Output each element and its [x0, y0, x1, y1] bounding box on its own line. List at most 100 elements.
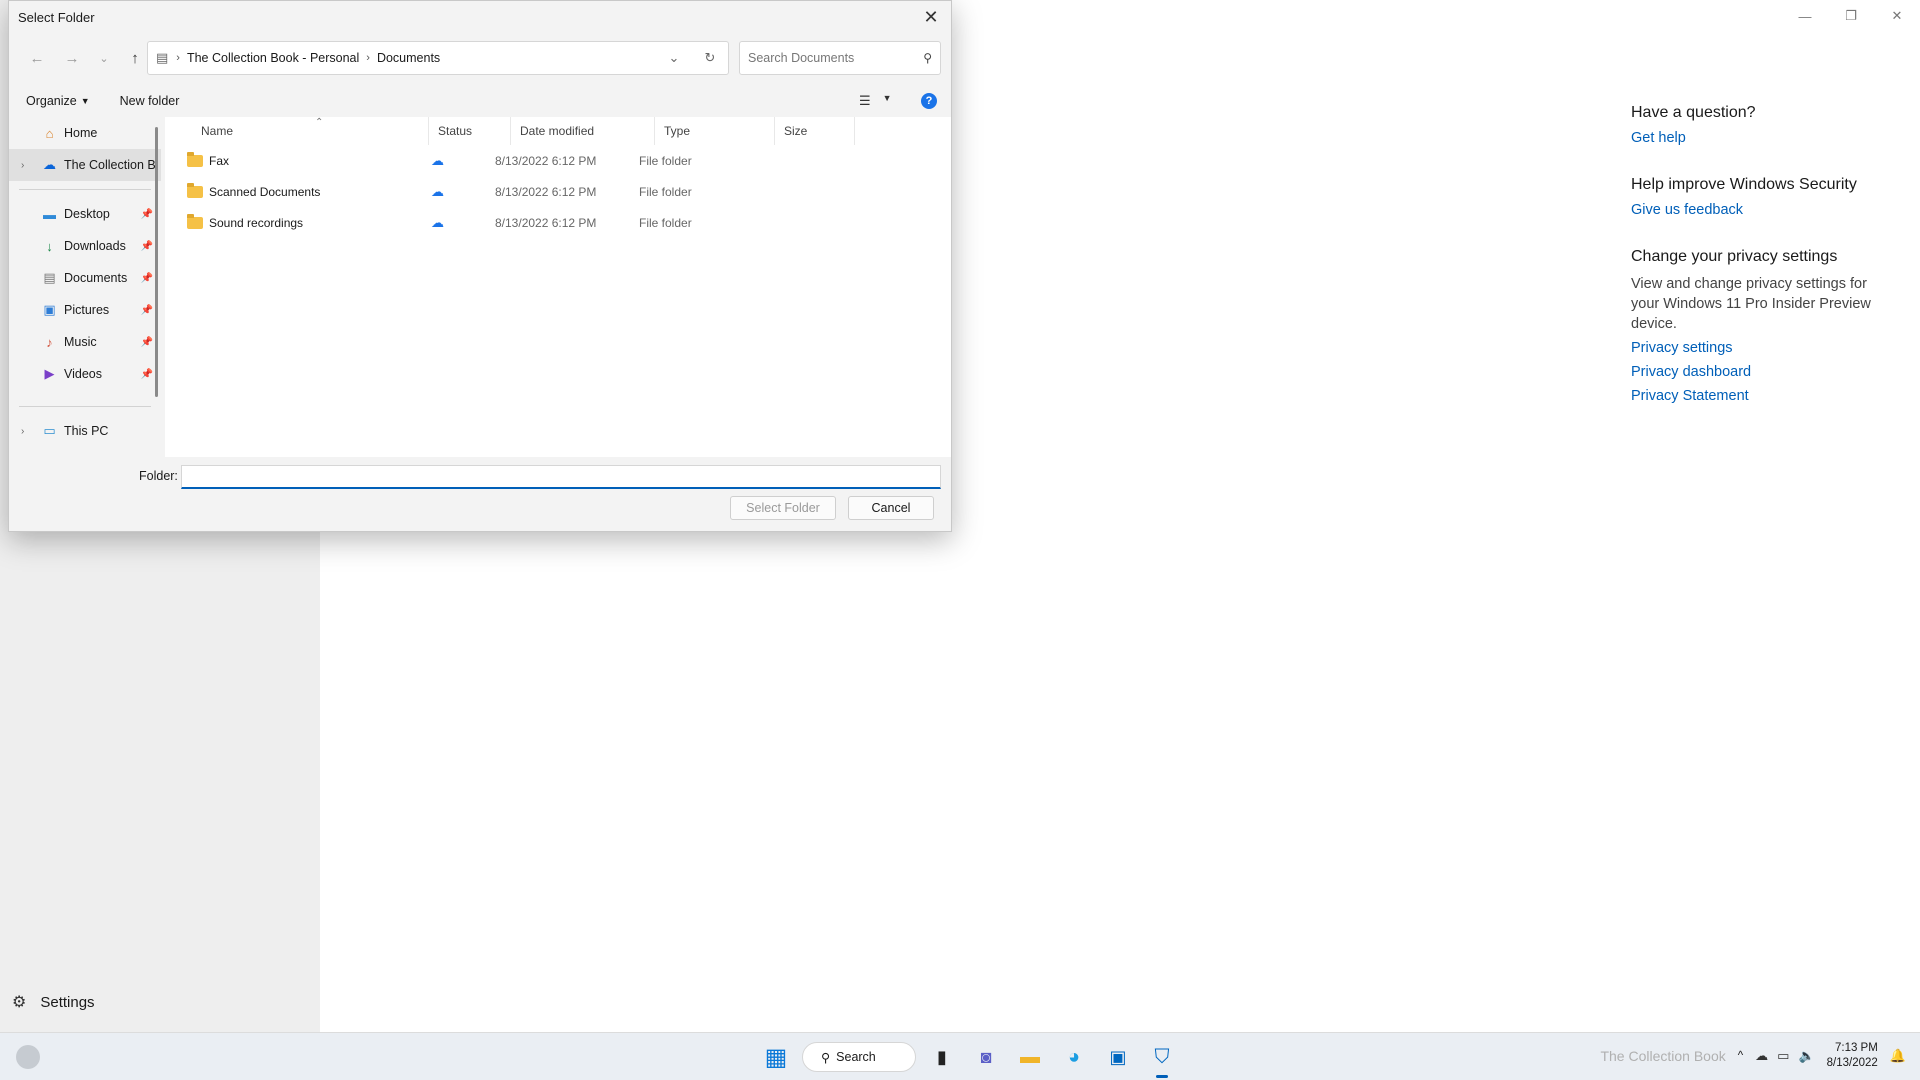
privacy-description: View and change privacy settings for you…	[1631, 276, 1871, 332]
pin-icon: 📌	[140, 368, 153, 380]
settings-nav-item[interactable]: ⚙ Settings	[12, 992, 95, 1012]
nav-label: Documents	[64, 271, 128, 285]
file-name-cell: Scanned Documents	[165, 182, 405, 199]
back-arrow-icon[interactable]: ←	[20, 41, 54, 75]
navigation-pane: ⌂ Home › ☁ The Collection B ▬ Desktop 📌 …	[9, 117, 161, 461]
refresh-icon[interactable]: ↻	[692, 50, 728, 66]
close-icon[interactable]: ✕	[1874, 0, 1920, 32]
file-name-cell: Sound recordings	[165, 213, 405, 230]
select-folder-button[interactable]: Select Folder	[730, 496, 836, 520]
file-row[interactable]: Sound recordings ☁ 8/13/2022 6:12 PM Fil…	[165, 207, 951, 238]
organize-button[interactable]: Organize ▼	[26, 94, 90, 108]
recent-chevron-icon[interactable]: ⌄	[90, 41, 118, 75]
column-type[interactable]: Type	[655, 117, 775, 145]
clock-date: 8/13/2022	[1826, 1057, 1878, 1069]
picture-icon: ▣	[43, 302, 56, 317]
nav-item-home[interactable]: ⌂ Home	[9, 117, 161, 149]
column-status[interactable]: Status	[429, 117, 511, 145]
privacy-statement-link[interactable]: Privacy Statement	[1631, 388, 1871, 404]
search-box[interactable]: ⚲	[739, 41, 941, 75]
breadcrumb-documents[interactable]: Documents	[377, 51, 440, 65]
file-date: 8/13/2022 6:12 PM	[495, 215, 597, 230]
nav-item-thispc[interactable]: › ▭ This PC	[9, 415, 161, 447]
display-icon[interactable]: ▭	[1777, 1048, 1789, 1064]
file-name: Fax	[209, 153, 230, 168]
chevron-down-icon: ▼	[80, 96, 90, 106]
tray-watermark: The Collection Book	[1600, 1048, 1726, 1064]
address-dropdown-icon[interactable]: ⌄	[656, 50, 692, 66]
nav-item-downloads[interactable]: ↓ Downloads 📌	[9, 230, 161, 262]
edge-browser-icon[interactable]: ◕	[1056, 1039, 1092, 1075]
view-options[interactable]: ☰ ▼	[859, 93, 892, 109]
cloud-status-icon: ☁	[431, 183, 444, 199]
organize-label: Organize	[26, 94, 77, 108]
widgets-icon[interactable]	[16, 1045, 40, 1069]
taskbar: ▦ ⚲ Search ▮ ◙ ▬ ◕ ▣ ⛉ The Collection Bo…	[0, 1032, 1920, 1080]
music-icon: ♪	[46, 334, 53, 350]
folder-icon	[187, 182, 203, 198]
volume-icon[interactable]: 🔈	[1798, 1048, 1814, 1064]
column-headers: Name Status Date modified Type Size ⌃	[165, 117, 951, 145]
nav-item-desktop[interactable]: ▬ Desktop 📌	[9, 198, 161, 230]
nav-item-onedrive[interactable]: › ☁ The Collection B	[9, 149, 161, 181]
chevron-up-icon[interactable]: ^	[1738, 1050, 1743, 1062]
feedback-link[interactable]: Give us feedback	[1631, 202, 1871, 218]
windows-security-icon[interactable]: ⛉	[1144, 1039, 1180, 1078]
window-controls: — ❐ ✕	[1782, 0, 1920, 32]
windows-start-icon[interactable]: ▦	[758, 1039, 794, 1075]
file-row[interactable]: Scanned Documents ☁ 8/13/2022 6:12 PM Fi…	[165, 176, 951, 207]
column-name[interactable]: Name	[165, 117, 429, 145]
task-view-icon[interactable]: ▮	[924, 1039, 960, 1075]
pin-icon: 📌	[140, 272, 153, 284]
taskbar-search[interactable]: ⚲ Search	[802, 1042, 916, 1072]
nav-item-pictures[interactable]: ▣ Pictures 📌	[9, 294, 161, 326]
question-section: Have a question? Get help	[1631, 104, 1871, 146]
nav-item-documents[interactable]: ▤ Documents 📌	[9, 262, 161, 294]
folder-field[interactable]	[181, 465, 941, 489]
file-row[interactable]: Fax ☁ 8/13/2022 6:12 PM File folder	[165, 145, 951, 176]
get-help-link[interactable]: Get help	[1631, 130, 1871, 146]
nav-label: Music	[64, 335, 97, 349]
column-date[interactable]: Date modified	[511, 117, 655, 145]
cancel-button[interactable]: Cancel	[848, 496, 934, 520]
nav-label: Downloads	[64, 239, 126, 253]
file-date: 8/13/2022 6:12 PM	[495, 184, 597, 199]
breadcrumb-onedrive[interactable]: The Collection Book - Personal	[187, 51, 359, 65]
chevron-right-icon[interactable]: ›	[21, 426, 24, 437]
nav-divider	[19, 406, 151, 407]
computer-icon: ▭	[43, 423, 56, 438]
nav-label: This PC	[64, 424, 109, 438]
dialog-titlebar: Select Folder ✕	[9, 1, 951, 33]
search-input[interactable]	[748, 51, 924, 65]
dialog-title: Select Folder	[18, 9, 95, 25]
new-folder-button[interactable]: New folder	[120, 94, 180, 108]
notification-bell-icon[interactable]: 🔔	[1890, 1048, 1906, 1064]
address-bar[interactable]: ▤ › The Collection Book - Personal › Doc…	[147, 41, 729, 75]
clock[interactable]: 7:13 PM 8/13/2022	[1827, 1041, 1878, 1071]
cloud-icon: ☁	[43, 157, 56, 172]
privacy-settings-link[interactable]: Privacy settings	[1631, 340, 1871, 356]
nav-divider	[19, 189, 151, 190]
nav-scrollbar[interactable]	[155, 127, 158, 397]
system-tray: The Collection Book ^ ☁ ▭ 🔈 7:13 PM 8/13…	[1600, 1041, 1906, 1071]
column-size[interactable]: Size	[775, 117, 855, 145]
search-icon: ⚲	[923, 51, 932, 65]
chevron-right-icon[interactable]: ›	[21, 160, 24, 171]
store-icon[interactable]: ▣	[1100, 1039, 1136, 1075]
file-type: File folder	[639, 215, 692, 230]
onedrive-cloud-icon[interactable]: ☁	[1755, 1048, 1768, 1064]
chat-icon[interactable]: ◙	[968, 1039, 1004, 1075]
privacy-dashboard-link[interactable]: Privacy dashboard	[1631, 364, 1871, 380]
nav-item-videos[interactable]: ▶ Videos 📌	[9, 358, 161, 390]
help-icon[interactable]: ?	[921, 93, 937, 109]
question-title: Have a question?	[1631, 104, 1756, 121]
close-icon[interactable]: ✕	[911, 1, 951, 33]
clock-time: 7:13 PM	[1834, 1042, 1878, 1054]
command-bar: Organize ▼ New folder ☰ ▼ ?	[9, 89, 951, 113]
minimize-icon[interactable]: —	[1782, 0, 1828, 32]
restore-icon[interactable]: ❐	[1828, 0, 1874, 32]
file-explorer-icon[interactable]: ▬	[1012, 1039, 1048, 1075]
nav-item-music[interactable]: ♪ Music 📌	[9, 326, 161, 358]
forward-arrow-icon[interactable]: →	[54, 41, 90, 75]
desktop-icon: ▬	[43, 206, 56, 222]
